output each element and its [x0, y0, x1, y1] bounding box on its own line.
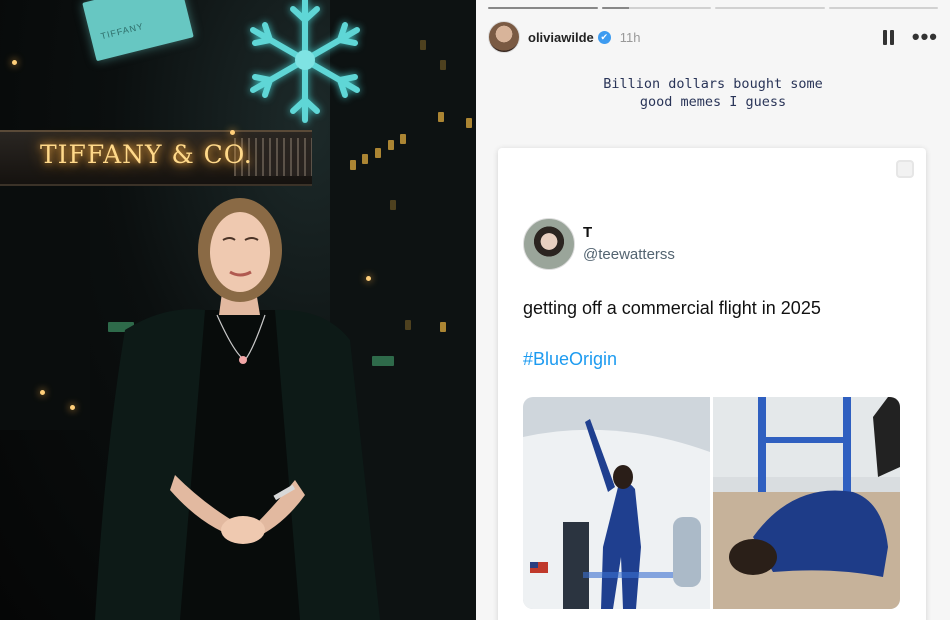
- tweet-avatar[interactable]: [523, 218, 575, 270]
- caption-line: good memes I guess: [639, 94, 787, 110]
- progress-segment: [715, 7, 825, 9]
- avatar[interactable]: [488, 21, 520, 53]
- tweet-author-name[interactable]: T: [583, 224, 592, 241]
- progress-segment: [488, 7, 598, 9]
- woman-in-black-outfit: [95, 198, 380, 620]
- story-caption: Billion dollars bought some good memes I…: [476, 75, 950, 111]
- snowflake-decoration: [250, 0, 360, 123]
- tweet-text: getting off a commercial flight in 2025: [523, 298, 821, 318]
- tweet-card[interactable]: T @teewatterss getting off a commercial …: [498, 148, 926, 620]
- story-progress-bar: [488, 7, 938, 10]
- username[interactable]: oliviawilde: [528, 30, 594, 45]
- card-corner-icon: [896, 160, 914, 178]
- banner-text: TIFFANY: [99, 20, 145, 42]
- tweet-image-capsule-exit[interactable]: [523, 397, 710, 609]
- store-sign: TIFFANY & CO.: [40, 140, 253, 169]
- tweet-author-handle[interactable]: @teewatterss: [583, 246, 675, 263]
- pause-icon[interactable]: [882, 29, 894, 45]
- tweet-image-kissing-ground[interactable]: [713, 397, 900, 609]
- progress-fill: [601, 7, 629, 9]
- instagram-story[interactable]: oliviawilde ✔ 11h ••• Billion dollars bo…: [476, 0, 950, 620]
- progress-fill: [488, 7, 598, 9]
- progress-segment: [828, 7, 938, 9]
- post-time: 11h: [619, 29, 641, 45]
- event-photo: TIFFANY TIFFANY & CO.: [0, 0, 476, 620]
- caption-line: Billion dollars bought some: [603, 76, 823, 92]
- story-header: oliviawilde ✔ 11h •••: [488, 20, 938, 54]
- tweet-hashtag-link[interactable]: #BlueOrigin: [523, 349, 617, 370]
- progress-segment: [601, 7, 711, 9]
- verified-badge-icon: ✔: [597, 30, 611, 44]
- tweet-media[interactable]: [523, 397, 900, 609]
- tiffany-banner: TIFFANY: [82, 0, 194, 62]
- more-options-icon[interactable]: •••: [912, 26, 938, 48]
